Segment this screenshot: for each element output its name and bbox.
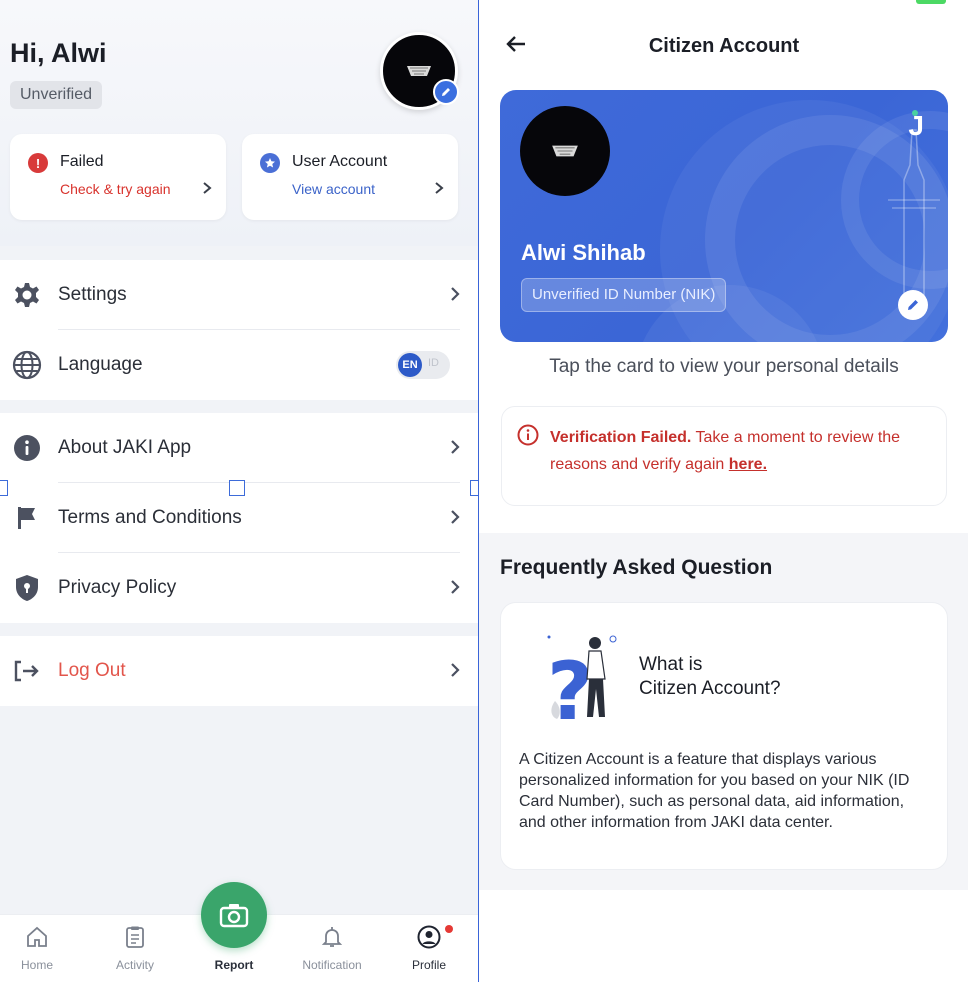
faq-answer: A Citizen Account is a feature that disp… [519,751,910,831]
verify-again-link[interactable]: here. [729,456,767,473]
pencil-icon [442,88,450,96]
general-menu: Settings Language EN ID [0,260,478,400]
alert-title: Verification Failed. [550,429,692,446]
account-card-subtitle: View account [292,181,376,197]
page-title: Citizen Account [648,35,800,57]
id-status-badge: Unverified ID Number (NIK) [521,278,727,312]
info-menu: About JAKI App Terms and Conditions Priv… [0,413,478,623]
citizen-id-card[interactable]: J Alwi Shihab Unverified ID Number (NIK) [500,90,948,342]
avatar[interactable] [380,32,459,110]
chevron-right-icon [451,440,460,454]
privacy-label: Privacy Policy [58,577,177,598]
info-circle-icon [517,424,539,446]
notification-dot [445,925,453,933]
language-label: Language [58,354,143,375]
flag-icon [12,503,42,533]
clipboard-icon [126,926,144,948]
bell-icon [321,927,343,947]
chevron-right-icon [451,663,460,677]
tap-card-hint: Tap the card to view your personal detai… [549,356,899,377]
citizen-name: Alwi Shihab [521,240,646,265]
svg-text:?: ? [547,645,593,723]
nav-notification-label: Notification [302,958,362,972]
selection-handle[interactable] [0,480,8,496]
user-account-card[interactable]: User Account View account [242,134,458,220]
nav-activity-label: Activity [115,958,154,972]
chevron-right-icon [203,182,212,194]
selection-handle[interactable] [229,480,245,496]
settings-label: Settings [58,284,127,305]
about-menu-item[interactable]: About JAKI App [0,413,478,483]
nav-profile[interactable]: Profile [384,915,474,982]
edit-avatar-button[interactable] [433,79,459,105]
shield-icon [12,573,42,603]
alert-icon: ! [28,153,48,173]
info-icon [12,433,42,463]
star-badge-icon [260,153,280,173]
language-toggle[interactable]: EN ID [396,351,450,379]
alert-message: Verification Failed. Take a moment to re… [550,424,930,478]
edit-card-button[interactable] [898,290,928,320]
faq-question: What is Citizen Account? [639,653,781,701]
language-option-en[interactable]: EN [398,353,422,377]
home-icon [27,926,47,947]
terms-label: Terms and Conditions [58,507,242,528]
chevron-right-icon [451,580,460,594]
faq-question-line2: Citizen Account? [639,678,781,699]
profile-screen: Hi, Alwi Unverified ! Failed Check & try… [0,0,478,982]
account-card-title: User Account [292,153,388,170]
question-person-illustration: ? [547,635,617,723]
card-avatar [520,106,610,196]
greeting-title: Hi, Alwi [10,38,107,68]
globe-icon [12,350,42,380]
failed-verification-card[interactable]: ! Failed Check & try again [10,134,226,220]
language-option-id[interactable]: ID [428,357,439,369]
failed-card-subtitle: Check & try again [60,181,171,197]
brand-dot [912,110,918,116]
faq-card: ? What is Citizen Account? A Citizen Acc… [500,602,948,870]
bottom-area [479,890,968,982]
logout-menu: Log Out [0,636,478,706]
verification-status-badge: Unverified [10,81,103,109]
logout-icon [12,656,42,686]
camera-icon [219,904,249,928]
selection-handle[interactable] [470,480,478,496]
failed-card-title: Failed [60,153,104,170]
citizen-account-screen: Citizen Account J Alwi Shihab Unverified… [478,0,968,982]
seal-logo-icon [407,66,431,76]
battery-icon [916,0,946,4]
seal-logo-icon [552,145,578,157]
nav-profile-label: Profile [411,958,446,972]
nav-home[interactable]: Home [0,915,82,982]
verification-failed-alert: Verification Failed. Take a moment to re… [501,406,947,506]
about-label: About JAKI App [58,437,192,458]
nav-home-label: Home [20,958,53,972]
chevron-right-icon [435,182,444,194]
language-menu-item[interactable]: Language EN ID [0,330,478,400]
user-icon [417,925,441,949]
privacy-menu-item[interactable]: Privacy Policy [0,553,478,623]
pencil-icon [908,300,918,310]
chevron-right-icon [451,510,460,524]
faq-question-line1: What is [639,654,703,675]
nav-notification[interactable]: Notification [287,915,377,982]
logout-label: Log Out [58,660,126,681]
faq-heading: Frequently Asked Question [500,556,773,579]
chevron-right-icon [451,287,460,301]
logout-menu-item[interactable]: Log Out [0,636,478,706]
settings-menu-item[interactable]: Settings [0,260,478,330]
gear-icon [12,280,42,310]
nav-activity[interactable]: Activity [90,915,180,982]
report-camera-button[interactable] [201,882,267,948]
nav-report-label: Report [214,958,254,972]
